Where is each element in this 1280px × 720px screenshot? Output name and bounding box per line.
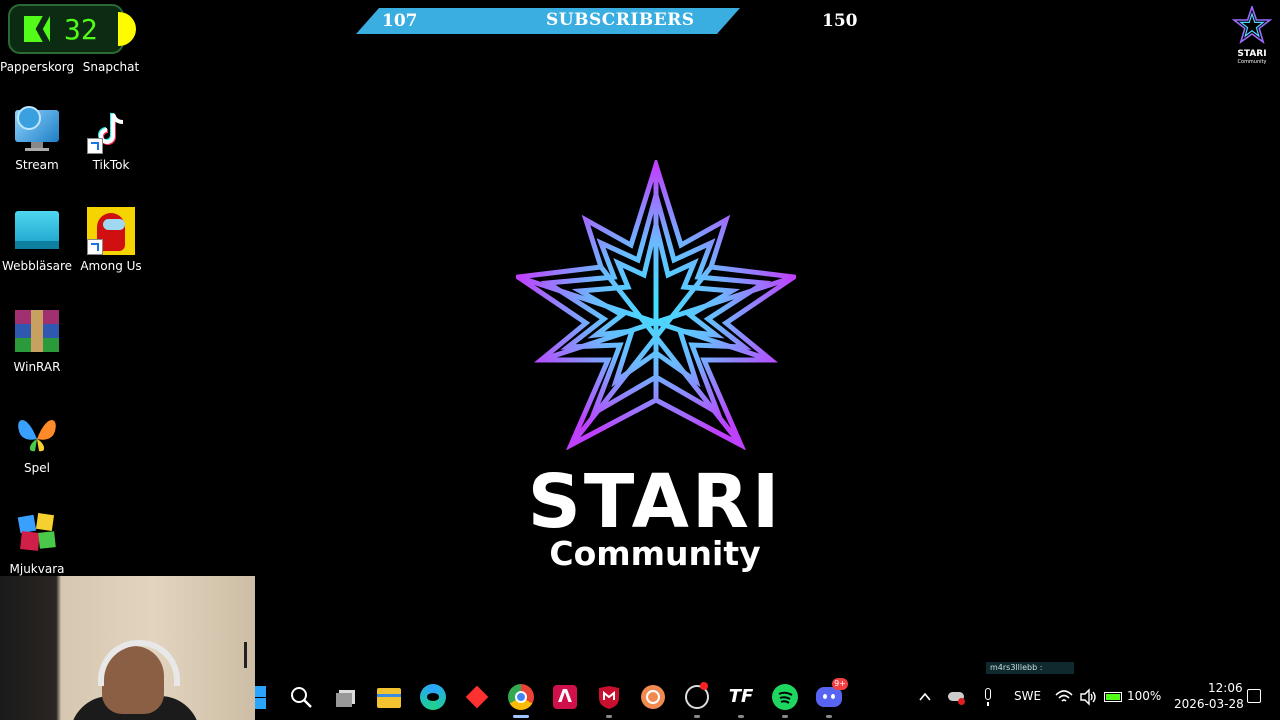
volume-icon[interactable]: [1079, 684, 1097, 710]
desktop-icon-label: Webbläsare: [1, 259, 73, 273]
mini-logo-subtitle: Community: [1237, 59, 1267, 65]
desktop-icon-mjukvara[interactable]: Mjukvara: [0, 510, 74, 576]
file-explorer-icon[interactable]: [376, 684, 402, 710]
subscriber-current-count: 107: [382, 11, 418, 31]
butterfly-icon: [13, 409, 61, 457]
stari-star-logo-icon: [516, 160, 796, 450]
start-icon[interactable]: [255, 684, 267, 710]
language-indicator[interactable]: SWE: [1014, 689, 1041, 703]
subscriber-label: SUBSCRIBERS: [546, 10, 695, 30]
subscriber-goal-count: 150: [822, 11, 858, 31]
desktop-icon-snapchat[interactable]: Snapchat: [74, 56, 148, 74]
obs-icon[interactable]: [684, 682, 710, 718]
desktop-icon-webblasare[interactable]: Webbläsare: [0, 207, 74, 273]
desktop-icon-winrar[interactable]: WinRAR: [0, 308, 74, 374]
stari-mini-logo: STARI Community: [1230, 4, 1274, 65]
clock-date[interactable]: 2026-03-28: [1174, 697, 1244, 711]
onedrive-icon[interactable]: [947, 684, 967, 710]
microphone-icon[interactable]: [980, 684, 996, 710]
among-us-icon: [87, 207, 135, 255]
desktop-icon-label: Snapchat: [82, 60, 140, 74]
app-a-icon[interactable]: Λ: [552, 684, 578, 710]
snapchat-icon[interactable]: [118, 12, 136, 46]
star-logo-icon: [1231, 4, 1273, 44]
app-spiral-icon[interactable]: [640, 684, 666, 710]
mcafee-icon[interactable]: [596, 684, 622, 718]
shortcut-arrow-icon: [87, 239, 103, 255]
desktop-icon-stream[interactable]: Stream: [0, 106, 74, 172]
desktop-icon-label: Stream: [15, 158, 59, 172]
webcam-overlay: [0, 576, 255, 720]
monitor-globe-icon: [13, 106, 61, 154]
mic-stand: [244, 642, 247, 668]
software-cubes-icon: [13, 510, 61, 558]
brand-title: STARI: [527, 459, 783, 545]
task-view-icon[interactable]: [333, 684, 359, 710]
discord-badge: 9+: [832, 678, 848, 690]
clock-time[interactable]: 12:06: [1208, 681, 1243, 695]
desktop-icon-tiktok[interactable]: TikTok: [74, 106, 148, 172]
desktop-icon-label: Spel: [24, 461, 50, 475]
desktop-icon-label: Papperskorg: [0, 60, 75, 74]
headphones-icon: [98, 640, 180, 686]
search-icon[interactable]: [288, 684, 314, 710]
kick-count: 32: [64, 12, 98, 46]
subscriber-goal-bar: 107 SUBSCRIBERS: [356, 8, 740, 34]
browser-folder-icon: [13, 207, 61, 255]
taskbar: Λ TF 9+ SWE 100% 12:06 2026-03-28: [255, 674, 1280, 720]
desktop-icon-label: WinRAR: [13, 360, 61, 374]
desktop-icon-among-us[interactable]: Among Us: [74, 207, 148, 273]
chevron-up-icon[interactable]: [917, 684, 933, 710]
discord-icon[interactable]: 9+: [816, 678, 848, 718]
spotify-icon[interactable]: [772, 684, 798, 718]
winrar-icon: [13, 308, 61, 356]
shortcut-arrow-icon: [87, 138, 103, 154]
mini-logo-title: STARI: [1237, 49, 1267, 59]
kick-viewer-badge: 32: [8, 4, 124, 54]
notification-center-icon[interactable]: [1245, 684, 1263, 710]
tiktok-icon: [87, 106, 135, 154]
tf-icon[interactable]: TF: [728, 684, 754, 718]
wifi-icon[interactable]: [1055, 684, 1073, 710]
desktop-icon-label: Among Us: [80, 259, 142, 273]
app-red-diamond-icon[interactable]: [464, 684, 490, 710]
battery-icon[interactable]: [1103, 684, 1125, 710]
edge-icon[interactable]: [420, 684, 446, 710]
kick-logo-icon: [24, 16, 50, 42]
chat-notification: m4rs3lllebb :: [986, 662, 1074, 674]
desktop-icon-label: Mjukvara: [9, 562, 65, 576]
desktop-icon-spel[interactable]: Spel: [0, 409, 74, 475]
chrome-icon[interactable]: [508, 684, 534, 718]
battery-percent: 100%: [1127, 689, 1162, 703]
desktop-icon-label: TikTok: [92, 158, 130, 172]
brand-subtitle: Community: [549, 534, 761, 573]
desktop-icon-papperskorg[interactable]: Papperskorg: [0, 56, 74, 74]
